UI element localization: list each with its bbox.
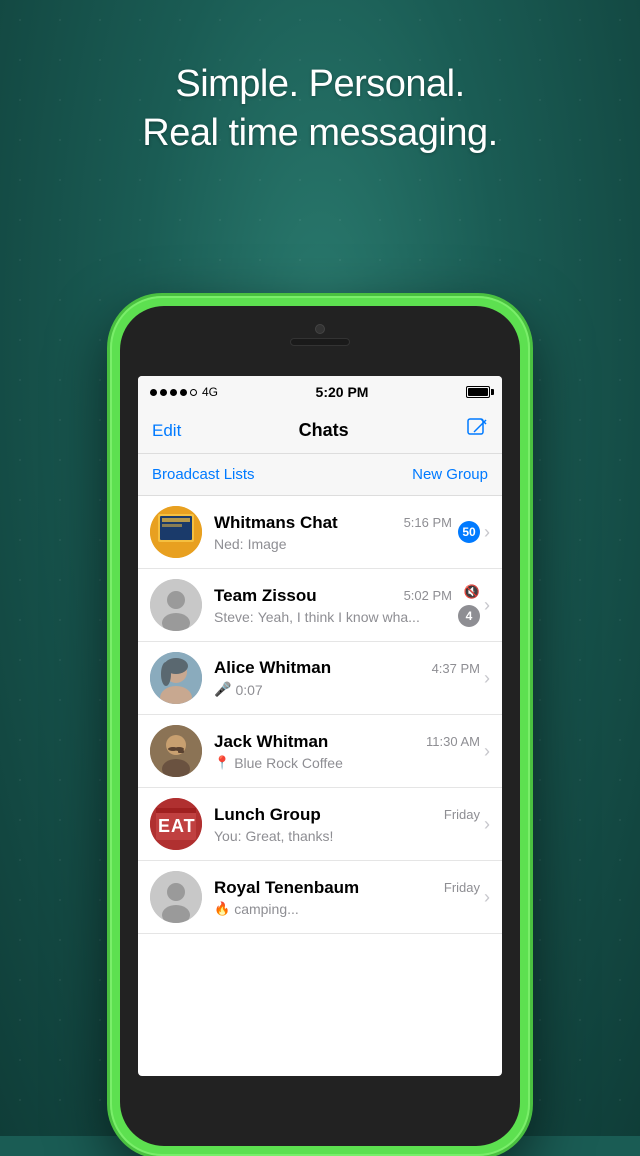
chat-header-team-zissou: Team Zissou 5:02 PM: [214, 586, 452, 606]
chat-content-team-zissou: Team Zissou 5:02 PM Steve: Yeah, I think…: [214, 586, 452, 625]
chat-item-royal[interactable]: Royal Tenenbaum Friday 🔥 camping... ›: [138, 861, 502, 934]
chat-item-lunch[interactable]: EAT Lunch Group Friday You: Great, thank: [138, 788, 502, 861]
avatar-royal: [150, 871, 202, 923]
avatar-team-zissou: [150, 579, 202, 631]
chevron-alice: ›: [484, 668, 490, 689]
action-bar: Broadcast Lists New Group: [138, 454, 502, 496]
chat-content-whitmans: Whitmans Chat 5:16 PM Ned: Image: [214, 513, 452, 552]
compose-button[interactable]: [466, 417, 488, 445]
chat-preview-team-zissou: Steve: Yeah, I think I know wha...: [214, 609, 452, 625]
chat-preview-royal: 🔥 camping...: [214, 901, 480, 917]
status-time: 5:20 PM: [316, 384, 369, 400]
camera: [315, 324, 325, 334]
chat-name-team-zissou: Team Zissou: [214, 586, 317, 606]
chat-preview-alice: 🎤 0:07: [214, 681, 480, 698]
chevron-lunch: ›: [484, 814, 490, 835]
battery-fill: [468, 388, 488, 396]
mic-icon: 🎤: [214, 681, 231, 698]
signal-dot-2: [160, 389, 167, 396]
chat-right-whitmans: 50: [458, 521, 480, 543]
chat-name-whitmans: Whitmans Chat: [214, 513, 338, 533]
signal-dot-4: [180, 389, 187, 396]
chat-content-lunch: Lunch Group Friday You: Great, thanks!: [214, 805, 480, 844]
tagline-line1: Simple. Personal.: [0, 60, 640, 109]
battery-icon: [466, 386, 490, 398]
phone-shell: 4G 5:20 PM Edit Chats: [110, 296, 530, 1156]
chat-time-royal: Friday: [444, 880, 480, 895]
status-battery: [466, 386, 490, 398]
nav-bar: Edit Chats: [138, 408, 502, 454]
chat-time-team-zissou: 5:02 PM: [404, 588, 452, 603]
chevron-jack: ›: [484, 741, 490, 762]
fire-icon: 🔥: [214, 901, 230, 917]
chat-item-team-zissou[interactable]: Team Zissou 5:02 PM Steve: Yeah, I think…: [138, 569, 502, 642]
network-type: 4G: [202, 385, 218, 399]
avatar-jack: [150, 725, 202, 777]
chat-list: Whitmans Chat 5:16 PM Ned: Image 50 ›: [138, 496, 502, 934]
chat-header-alice: Alice Whitman 4:37 PM: [214, 658, 480, 678]
chat-header-lunch: Lunch Group Friday: [214, 805, 480, 825]
badge-whitmans: 50: [458, 521, 480, 543]
status-bar: 4G 5:20 PM: [138, 376, 502, 408]
badge-team-zissou: 4: [458, 605, 480, 627]
chevron-team-zissou: ›: [484, 595, 490, 616]
chat-item-whitmans[interactable]: Whitmans Chat 5:16 PM Ned: Image 50 ›: [138, 496, 502, 569]
broadcast-lists-button[interactable]: Broadcast Lists: [152, 466, 255, 483]
chat-preview-lunch: You: Great, thanks!: [214, 828, 480, 844]
signal-dot-3: [170, 389, 177, 396]
chat-preview-whitmans: Ned: Image: [214, 536, 452, 552]
new-group-button[interactable]: New Group: [412, 466, 488, 483]
chat-time-lunch: Friday: [444, 807, 480, 822]
chat-name-lunch: Lunch Group: [214, 805, 321, 825]
speaker: [290, 338, 350, 346]
mute-icon: 🔇: [464, 584, 480, 600]
chat-item-jack[interactable]: Jack Whitman 11:30 AM 📍 Blue Rock Coffee…: [138, 715, 502, 788]
tagline-line2: Real time messaging.: [0, 109, 640, 158]
chat-header-whitmans: Whitmans Chat 5:16 PM: [214, 513, 452, 533]
signal-dot-1: [150, 389, 157, 396]
chat-name-alice: Alice Whitman: [214, 658, 331, 678]
chat-content-alice: Alice Whitman 4:37 PM 🎤 0:07: [214, 658, 480, 698]
chat-name-jack: Jack Whitman: [214, 732, 328, 752]
svg-text:EAT: EAT: [158, 816, 196, 836]
chevron-whitmans: ›: [484, 522, 490, 543]
chat-content-jack: Jack Whitman 11:30 AM 📍 Blue Rock Coffee: [214, 732, 480, 771]
status-signal: 4G: [150, 385, 218, 399]
chat-right-team-zissou: 🔇 4: [458, 584, 480, 627]
phone-top-hardware: [290, 324, 350, 346]
avatar-lunch: EAT: [150, 798, 202, 850]
tagline: Simple. Personal. Real time messaging.: [0, 60, 640, 159]
phone-inner: 4G 5:20 PM Edit Chats: [120, 306, 520, 1146]
screen: 4G 5:20 PM Edit Chats: [138, 376, 502, 1076]
chat-item-alice[interactable]: Alice Whitman 4:37 PM 🎤 0:07 ›: [138, 642, 502, 715]
chat-header-royal: Royal Tenenbaum Friday: [214, 878, 480, 898]
chat-content-royal: Royal Tenenbaum Friday 🔥 camping...: [214, 878, 480, 917]
edit-button[interactable]: Edit: [152, 421, 181, 441]
chat-time-alice: 4:37 PM: [432, 661, 480, 676]
location-icon: 📍: [214, 755, 230, 771]
avatar-whitmans: [150, 506, 202, 558]
chat-preview-jack: 📍 Blue Rock Coffee: [214, 755, 480, 771]
chat-header-jack: Jack Whitman 11:30 AM: [214, 732, 480, 752]
page-title: Chats: [299, 420, 349, 441]
chat-time-jack: 11:30 AM: [426, 734, 480, 749]
chat-name-royal: Royal Tenenbaum: [214, 878, 359, 898]
chevron-royal: ›: [484, 887, 490, 908]
avatar-alice: [150, 652, 202, 704]
chat-time-whitmans: 5:16 PM: [404, 515, 452, 530]
signal-dot-5: [190, 389, 197, 396]
